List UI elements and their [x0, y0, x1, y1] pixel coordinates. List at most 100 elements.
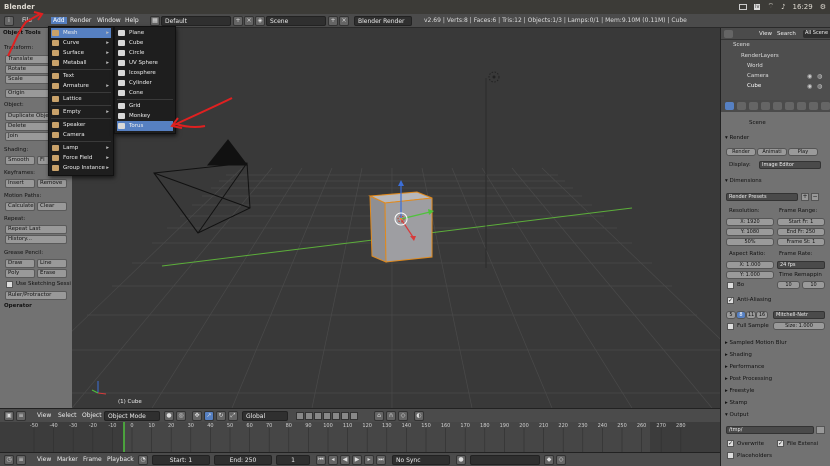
post-processing-panel[interactable]: ▸ Post Processing: [725, 376, 772, 382]
menu-render[interactable]: Render: [70, 17, 91, 24]
scale-manipulator-icon[interactable]: ⤢: [228, 411, 238, 421]
menu-help[interactable]: Help: [125, 17, 139, 24]
render-toggle-icon[interactable]: ◍: [817, 83, 822, 90]
render-preview-icon[interactable]: ◐: [414, 411, 424, 421]
add-menu-item-camera[interactable]: Camera: [51, 130, 111, 140]
insert-keyframe-button[interactable]: Insert: [5, 179, 35, 188]
sketching-checkbox[interactable]: [6, 281, 13, 288]
render-presets-select[interactable]: Render Presets: [726, 193, 798, 201]
ruler-protractor-button[interactable]: Ruler/Protractor: [5, 291, 67, 300]
resolution-x-field[interactable]: X: 1920: [726, 218, 774, 226]
screen-layout-icon[interactable]: ▦: [150, 16, 160, 26]
render-panel-header[interactable]: ▾ Render: [725, 135, 749, 141]
scene-field[interactable]: Scene: [266, 16, 326, 26]
clear-button[interactable]: Clear: [37, 202, 67, 211]
lv-icon[interactable]: lv: [754, 3, 761, 10]
translate-manipulator-icon[interactable]: ↗: [204, 411, 214, 421]
dimensions-panel-header[interactable]: ▾ Dimensions: [725, 178, 762, 184]
viewport-shading-icon[interactable]: ●: [164, 411, 174, 421]
aa-samples-5[interactable]: 5: [726, 311, 736, 319]
fps-select[interactable]: 24 fps: [777, 261, 825, 269]
aa-samples-8[interactable]: 8: [736, 311, 746, 319]
rotate-manipulator-icon[interactable]: ↻: [216, 411, 226, 421]
sync-select[interactable]: No Sync: [392, 455, 450, 465]
speaker-icon[interactable]: ♪: [781, 3, 785, 11]
performance-panel[interactable]: ▸ Performance: [725, 364, 764, 370]
outliner-search-menu[interactable]: Search: [777, 31, 796, 37]
end-frame-field[interactable]: End: 250: [214, 455, 272, 465]
aa-size-field[interactable]: Size: 1.000: [773, 322, 825, 330]
texture-tab-icon[interactable]: [821, 102, 830, 110]
screen-layout-field[interactable]: Default: [161, 16, 231, 26]
material-tab-icon[interactable]: [809, 102, 818, 110]
sampled-motion-blur-panel[interactable]: ▸ Sampled Motion Blur: [725, 340, 787, 346]
add-menu-item-metaball[interactable]: Metaball ▸: [51, 58, 111, 68]
modifiers-tab-icon[interactable]: [797, 102, 806, 110]
preview-range-icon[interactable]: ◔: [138, 455, 148, 465]
repeat-last-button[interactable]: Repeat Last: [5, 225, 67, 234]
menu-file[interactable]: File: [22, 17, 32, 24]
render-tab-icon[interactable]: [725, 102, 734, 110]
prev-keyframe-icon[interactable]: ◂: [328, 455, 338, 465]
anti-aliasing-panel-header[interactable]: Anti-Aliasing: [737, 297, 771, 303]
resolution-percent-field[interactable]: 50%: [726, 238, 774, 246]
magnet-icon[interactable]: ∩: [386, 411, 396, 421]
view-menu[interactable]: View: [37, 412, 51, 419]
line-button[interactable]: Line: [37, 259, 67, 268]
snap-element-icon[interactable]: ◇: [398, 411, 408, 421]
menu-add[interactable]: Add: [51, 17, 67, 24]
stamp-panel[interactable]: ▸ Stamp: [725, 400, 747, 406]
lamp-icon[interactable]: [488, 71, 500, 83]
add-menu-item-force-field[interactable]: Force Field ▸: [51, 153, 111, 163]
shading-panel[interactable]: ▸ Shading: [725, 352, 752, 358]
mesh-menu-item-monkey[interactable]: Monkey: [117, 111, 173, 121]
render-button[interactable]: Render: [726, 148, 756, 156]
remove-keyframe-button[interactable]: Remove: [37, 179, 67, 188]
mesh-menu-item-grid[interactable]: Grid: [117, 101, 173, 111]
freestyle-panel[interactable]: ▸ Freestyle: [725, 388, 754, 394]
record-icon[interactable]: ●: [456, 455, 466, 465]
add-menu-item-lattice[interactable]: Lattice: [51, 94, 111, 104]
next-keyframe-icon[interactable]: ▸: [364, 455, 374, 465]
add-menu-item-armature[interactable]: Armature ▸: [51, 81, 111, 91]
start-frame-field[interactable]: Start: 1: [152, 455, 210, 465]
mesh-menu-item-plane[interactable]: Plane: [117, 28, 173, 38]
add-menu-item-group-instance[interactable]: Group Instance ▸: [51, 163, 111, 173]
outliner-item[interactable]: World: [747, 63, 763, 69]
draw-button[interactable]: Draw: [5, 259, 35, 268]
add-layout-button[interactable]: +: [233, 16, 243, 26]
playback-menu[interactable]: Playback: [107, 456, 134, 463]
remove-preset-button[interactable]: −: [811, 193, 819, 201]
mesh-menu-item-circle[interactable]: Circle: [117, 48, 173, 58]
add-menu-item-curve[interactable]: Curve ▸: [51, 38, 111, 48]
timeline[interactable]: -50 -40 -30 -20 -10 0 10 20 30 40 50 60 70 80 90 100 110…: [0, 422, 720, 452]
timeline-editor-type-icon[interactable]: ◷: [4, 455, 14, 465]
smooth-button[interactable]: Smooth: [5, 156, 35, 165]
timeline-canvas[interactable]: -50 -40 -30 -20 -10 0 10 20 30 40 50 60 70 80 90 100 110…: [0, 422, 720, 452]
manipulator-toggle-icon[interactable]: ✥: [192, 411, 202, 421]
keying-set-field[interactable]: [470, 455, 540, 465]
add-menu-item-surface[interactable]: Surface ▸: [51, 48, 111, 58]
info-editor-type-icon[interactable]: i: [4, 16, 14, 26]
remove-scene-button[interactable]: ×: [339, 16, 349, 26]
border-checkbox[interactable]: [727, 282, 734, 289]
calculate-button[interactable]: Calculate: [5, 202, 35, 211]
aa-samples-11[interactable]: 11: [746, 311, 756, 319]
gear-icon[interactable]: ⚙: [820, 3, 826, 11]
current-frame-field[interactable]: 1: [276, 455, 310, 465]
scene-icon[interactable]: ◈: [255, 16, 265, 26]
full-sample-checkbox[interactable]: [727, 323, 734, 330]
play-icon[interactable]: ▶: [352, 455, 362, 465]
toggle-menus-icon[interactable]: ≡: [16, 411, 26, 421]
aa-samples-16[interactable]: 16: [756, 311, 768, 319]
toolshelf-header[interactable]: Object Tools: [3, 30, 41, 36]
toggle-menus-icon[interactable]: ≡: [16, 455, 26, 465]
outliner-item[interactable]: Camera: [747, 73, 769, 79]
output-path-field[interactable]: /tmp/: [726, 426, 814, 434]
eye-icon[interactable]: ◉: [807, 73, 812, 80]
outliner-editor-type-icon[interactable]: [724, 30, 733, 38]
wifi-icon[interactable]: ⌔: [767, 2, 774, 11]
remove-layout-button[interactable]: ×: [244, 16, 254, 26]
anti-aliasing-checkbox[interactable]: ✓: [727, 297, 734, 304]
outliner-item[interactable]: Cube: [747, 83, 761, 89]
